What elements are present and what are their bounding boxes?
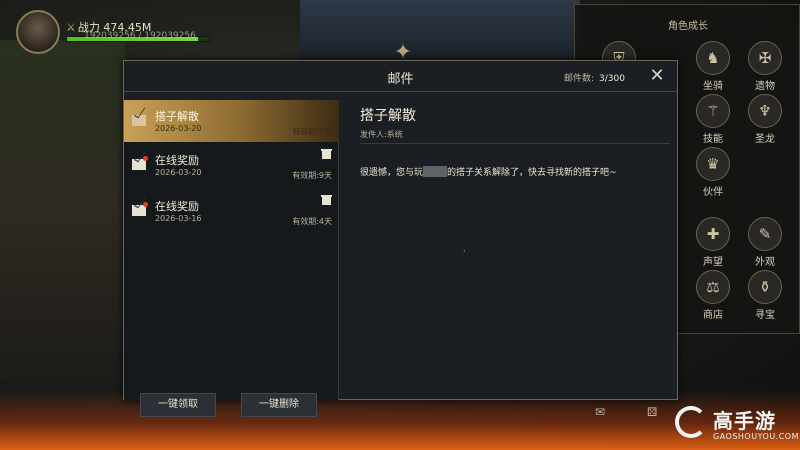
mail-subject: 搭子解散: [155, 110, 199, 123]
mail-shortcut-icon[interactable]: ✉: [595, 405, 605, 419]
unread-dot: [143, 202, 148, 207]
section-title-growth: 角色成长: [668, 21, 708, 32]
menu-item-shop[interactable]: ⚖ 商店: [691, 270, 735, 321]
menu-item-mount[interactable]: ♞ 坐骑: [691, 41, 735, 92]
mail-item[interactable]: 在线奖励 2026-03-20 有效期:9天: [124, 144, 339, 186]
menu-item-partner[interactable]: ♛ 伙伴: [691, 147, 735, 198]
watermark-logo-icon: [675, 406, 707, 438]
treasure-icon: ⚱: [748, 270, 782, 304]
mail-list: 搭子解散 2026-03-20 有效期:9天 在线奖励 2026-03-20 有…: [124, 100, 339, 417]
mail-count: 邮件数: 3/300: [564, 71, 625, 84]
hp-text: 192039256 / 192039256: [84, 31, 196, 41]
relic-icon: ✠: [748, 41, 782, 75]
background-scene-top: [300, 0, 580, 60]
menu-item-treasure[interactable]: ⚱ 寻宝: [743, 270, 787, 321]
player-avatar[interactable]: [16, 10, 60, 54]
reputation-icon: ✚: [696, 217, 730, 251]
menu-item-dragon[interactable]: ♆ 圣龙: [743, 94, 787, 145]
redacted-name: [423, 166, 448, 177]
background-scene-left: [0, 40, 125, 380]
dragon-icon: ♆: [748, 94, 782, 128]
unread-dot: [143, 156, 148, 161]
content-body-prefix: 很遗憾，您与玩: [360, 168, 424, 178]
power-icon: ⚔: [66, 21, 76, 34]
mail-subject: 在线奖励: [155, 154, 199, 167]
menu-item-appearance[interactable]: ✎ 外观: [743, 217, 787, 268]
wand-icon: ✎: [748, 217, 782, 251]
close-icon[interactable]: ✕: [647, 66, 667, 86]
mail-expire: 有效期:4天: [292, 217, 332, 226]
bottom-quick-icons: ✉ ⚄: [595, 405, 657, 419]
shop-icon: ⚖: [696, 270, 730, 304]
watermark-url: GAOSHOUYOU.COM: [713, 432, 800, 441]
watermark: 高手游 GAOSHOUYOU.COM: [675, 404, 799, 446]
mail-expire: 有效期:9天: [292, 127, 332, 136]
mail-count-value: 3/300: [599, 74, 625, 84]
menu-item-relic[interactable]: ✠ 遗物: [743, 41, 787, 92]
mail-envelope-icon: [132, 115, 146, 126]
mail-date: 2026-03-16: [155, 214, 202, 223]
pane-resize-handle-icon: ›: [463, 247, 466, 255]
mount-icon: ♞: [696, 41, 730, 75]
mail-date: 2026-03-20: [155, 168, 202, 177]
mail-subject: 在线奖励: [155, 200, 199, 213]
dialog-header: 邮件 邮件数: 3/300 ✕: [124, 61, 677, 92]
delete-all-button[interactable]: 一键删除: [241, 393, 317, 417]
menu-item-skill[interactable]: ⚚ 技能: [691, 94, 735, 145]
mail-expire: 有效期:9天: [292, 171, 332, 180]
watermark-name: 高手游: [713, 409, 776, 433]
mail-item[interactable]: 搭子解散 2026-03-20 有效期:9天: [124, 100, 339, 142]
mail-dialog: 邮件 邮件数: 3/300 ✕ 搭子解散 2026-03-20 有效期:9天 在线…: [123, 60, 678, 417]
menu-item-reputation[interactable]: ✚ 声望: [691, 217, 735, 268]
content-body: 很遗憾，您与玩 的搭子关系解除了，快去寻找新的搭子吧~: [360, 166, 670, 180]
content-body-suffix: 的搭子关系解除了，快去寻找新的搭子吧~: [447, 168, 617, 178]
gift-icon: [321, 149, 332, 159]
skill-icon: ⚚: [696, 94, 730, 128]
mail-count-label: 邮件数:: [564, 74, 595, 84]
mail-content: 搭子解散 发件人:系统 很遗憾，您与玩 的搭子关系解除了，快去寻找新的搭子吧~: [340, 100, 677, 400]
partner-icon: ♛: [696, 147, 730, 181]
gift-icon: [321, 195, 332, 205]
dice-icon[interactable]: ⚄: [647, 405, 657, 419]
content-divider: [360, 143, 670, 144]
content-sender: 发件人:系统: [360, 130, 403, 139]
mail-item[interactable]: 在线奖励 2026-03-16 有效期:4天: [124, 190, 339, 232]
claim-all-button[interactable]: 一键领取: [140, 393, 216, 417]
mail-date: 2026-03-20: [155, 124, 202, 133]
content-subject: 搭子解散: [360, 108, 416, 124]
